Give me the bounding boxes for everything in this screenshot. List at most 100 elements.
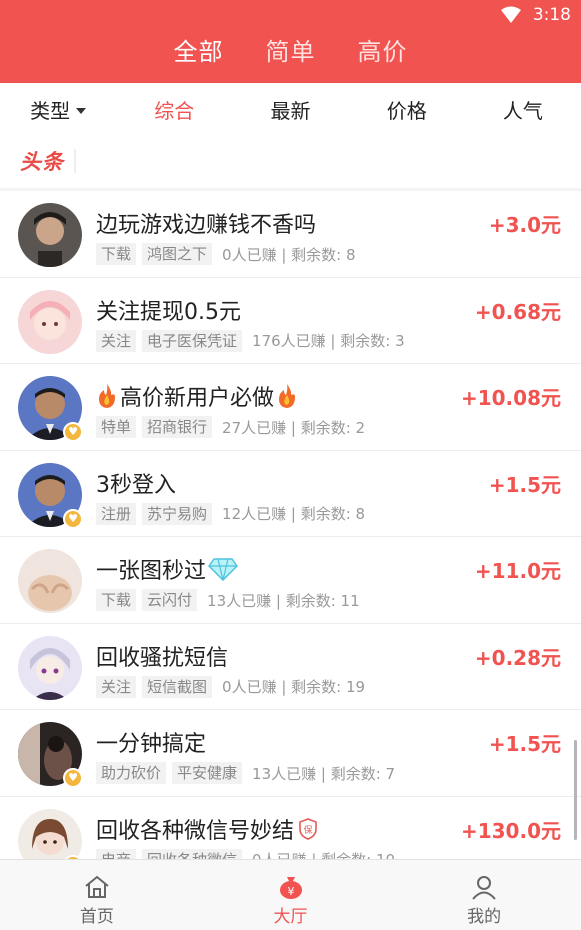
- task-row[interactable]: 一张图秒过 +11.0元 下载 云闪付 13人已赚 | 剩余数: 11: [0, 537, 581, 624]
- task-title-text: 一张图秒过: [96, 559, 207, 584]
- task-row[interactable]: 边玩游戏边赚钱不香吗 +3.0元 下载 鸿图之下 0人已赚 | 剩余数: 8: [0, 191, 581, 278]
- task-tag: 电子医保凭证: [142, 329, 243, 352]
- task-avatar: [18, 635, 82, 700]
- task-row[interactable]: ♥ 回收各种微信号妙结保 +130.0元 电商回收各种微信 0人已赚 | 剩余数…: [0, 797, 581, 859]
- task-tag: 招商银行: [142, 416, 213, 438]
- nav-home-label: 首页: [79, 907, 114, 927]
- task-stats: 176人已赚 | 剩余数: 3: [252, 332, 405, 350]
- filter-type-label: 类型: [30, 98, 71, 123]
- task-tag: 云闪付: [142, 589, 198, 611]
- headline-divider: [74, 149, 76, 173]
- task-reward: +1.5元: [488, 472, 561, 497]
- task-stats: 12人已赚 | 剩余数: 8: [222, 505, 366, 523]
- task-meta: 助力砍价 平安健康 13人已赚 | 剩余数: 7: [96, 762, 395, 784]
- task-reward: +0.28元: [474, 645, 561, 670]
- filter-comprehensive[interactable]: 综合: [116, 95, 232, 124]
- task-title: 高价新用户必做: [96, 380, 298, 412]
- shield-icon: 保: [299, 817, 317, 840]
- task-row[interactable]: ♥ 3秒登入 +1.5元 注册 苏宁易购 12人已赚 | 剩余数: 8: [0, 451, 581, 537]
- task-title-text: 回收各种微信号妙结: [96, 818, 295, 844]
- nav-hall-label: 大厅: [273, 907, 308, 927]
- nav-hall[interactable]: ¥ 大厅: [194, 860, 388, 930]
- filter-bar: 类型 综合 最新 价格 人气: [0, 83, 581, 135]
- task-reward: +130.0元: [460, 818, 561, 843]
- task-row[interactable]: ♥ 一分钟搞定 +1.5元 助力砍价 平安健康 13人已赚 | 剩余数: 7: [0, 710, 581, 797]
- tab-simple[interactable]: 简单: [266, 30, 316, 74]
- header-bar: 3:18 全部 简单 高价: [0, 0, 581, 83]
- verified-badge-icon: ♥: [63, 508, 83, 529]
- task-reward: +1.5元: [488, 732, 561, 756]
- task-title: 关注提现0.5元: [96, 294, 241, 326]
- task-title-text: 边玩游戏边赚钱不香吗: [96, 213, 317, 238]
- task-stats: 0人已赚 | 剩余数: 10: [252, 849, 395, 859]
- task-stats: 0人已赚 | 剩余数: 19: [222, 678, 366, 696]
- task-title: 一分钟搞定: [96, 726, 206, 758]
- fire-icon: [99, 384, 115, 408]
- task-tag: 鸿图之下: [142, 243, 213, 265]
- task-stats: 0人已赚 | 剩余数: 8: [222, 245, 356, 264]
- verified-badge-icon: ♥: [63, 422, 83, 442]
- task-row[interactable]: ♥ 高价新用户必做 +10.08元 特单 招商银行 27人已赚 | 剩余数: 2: [0, 364, 581, 451]
- task-stats: 13人已赚 | 剩余数: 11: [207, 591, 360, 610]
- svg-text:保: 保: [304, 824, 313, 836]
- task-avatar: [18, 808, 82, 859]
- task-tag: 下载: [96, 243, 137, 265]
- task-tag: 关注: [96, 329, 137, 352]
- bottom-nav: 首页 ¥ 大厅 我的: [0, 859, 581, 930]
- task-title: 回收骚扰短信: [96, 640, 228, 672]
- filter-type[interactable]: 类型: [0, 95, 116, 124]
- tab-high-price[interactable]: 高价: [358, 30, 408, 74]
- status-bar: 3:18: [500, 4, 571, 26]
- task-title: 边玩游戏边赚钱不香吗: [96, 207, 316, 239]
- task-meta: 关注 电子医保凭证 176人已赚 | 剩余数: 3: [96, 329, 405, 352]
- caret-down-icon: [76, 107, 87, 114]
- task-meta: 下载 鸿图之下 0人已赚 | 剩余数: 8: [96, 243, 356, 265]
- task-list: 边玩游戏边赚钱不香吗 +3.0元 下载 鸿图之下 0人已赚 | 剩余数: 8 关注…: [0, 191, 581, 859]
- svg-text:¥: ¥: [287, 885, 294, 898]
- task-meta: 电商回收各种微信 0人已赚 | 剩余数: 10: [96, 848, 395, 859]
- task-tag: 下载: [96, 589, 137, 611]
- task-title-text: 3秒登入: [96, 472, 176, 498]
- task-title-text: 回收骚扰短信: [96, 645, 229, 671]
- top-tabs: 全部 简单 高价: [0, 30, 581, 74]
- headline-section: 头条: [20, 140, 76, 182]
- task-row[interactable]: 关注提现0.5元 +0.68元 关注 电子医保凭证 176人已赚 | 剩余数: 3: [0, 278, 581, 364]
- nav-home[interactable]: 首页: [0, 860, 194, 930]
- verified-badge-icon: ♥: [63, 768, 83, 788]
- task-stats: 27人已赚 | 剩余数: 2: [222, 418, 366, 437]
- tab-all[interactable]: 全部: [174, 30, 224, 74]
- task-title-text: 高价新用户必做: [120, 386, 275, 411]
- task-tag: 助力砍价: [96, 762, 167, 784]
- filter-popularity[interactable]: 人气: [465, 95, 581, 124]
- task-meta: 特单 招商银行 27人已赚 | 剩余数: 2: [96, 416, 365, 438]
- filter-latest[interactable]: 最新: [232, 95, 348, 124]
- task-reward: +3.0元: [488, 213, 561, 237]
- task-row[interactable]: 回收骚扰短信 +0.28元 关注 短信截图 0人已赚 | 剩余数: 19: [0, 624, 581, 710]
- status-time: 3:18: [532, 5, 571, 25]
- user-icon: [472, 876, 496, 900]
- task-title: 3秒登入: [96, 467, 176, 499]
- task-tag: 平安健康: [172, 762, 243, 784]
- task-meta: 关注 短信截图 0人已赚 | 剩余数: 19: [96, 675, 366, 698]
- task-reward: +0.68元: [474, 299, 561, 324]
- diamond-icon: [208, 558, 238, 581]
- task-tag: 苏宁易购: [142, 502, 213, 525]
- fire-icon: [279, 384, 296, 408]
- task-stats: 13人已赚 | 剩余数: 7: [252, 764, 396, 783]
- headline-label: 头条: [20, 150, 64, 174]
- task-tag: 特单: [96, 416, 137, 438]
- filter-price[interactable]: 价格: [349, 95, 465, 124]
- task-avatar: [18, 203, 82, 267]
- task-tag: 关注: [96, 675, 137, 698]
- task-tag: 注册: [96, 502, 137, 525]
- task-avatar: [18, 549, 82, 613]
- task-title: 回收各种微信号妙结保: [96, 813, 320, 845]
- task-tag: 电商: [96, 848, 137, 859]
- nav-mine-label: 我的: [467, 907, 502, 927]
- nav-mine[interactable]: 我的: [387, 860, 581, 930]
- money-bag-icon: ¥: [279, 877, 302, 899]
- task-reward: +10.08元: [460, 386, 561, 410]
- task-reward: +11.0元: [474, 559, 561, 583]
- scrollbar[interactable]: [574, 740, 577, 840]
- task-title-text: 一分钟搞定: [96, 732, 207, 757]
